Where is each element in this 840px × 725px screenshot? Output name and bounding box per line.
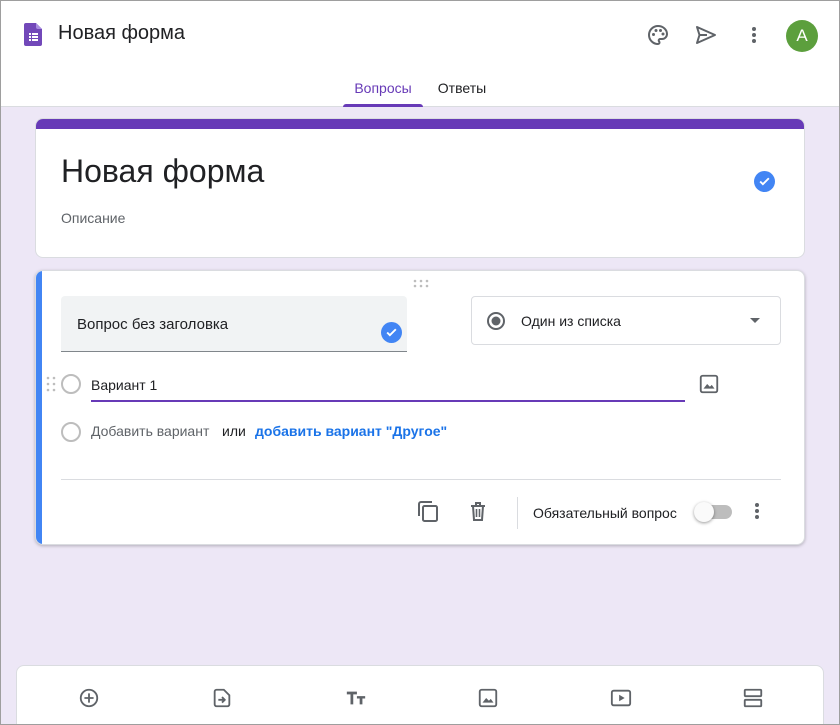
- duplicate-icon[interactable]: [416, 499, 440, 523]
- active-tab-indicator: [343, 104, 423, 107]
- palette-icon[interactable]: [645, 22, 671, 48]
- option-drag-handle-icon[interactable]: [46, 376, 56, 392]
- tab-responses-label: Ответы: [437, 80, 487, 96]
- option-text: Вариант 1: [91, 377, 158, 393]
- form-title-card[interactable]: Новая форма Описание: [35, 118, 805, 258]
- add-other-link[interactable]: добавить вариант "Другое": [255, 423, 447, 439]
- question-title-text: Вопрос без заголовка: [77, 316, 229, 333]
- divider: [61, 479, 781, 480]
- question-title-input[interactable]: Вопрос без заголовка: [61, 296, 407, 352]
- check-icon: [754, 171, 775, 192]
- title-text-icon[interactable]: [343, 685, 369, 711]
- question-type-select[interactable]: Один из списка: [471, 296, 781, 345]
- more-vert-icon[interactable]: [741, 22, 767, 48]
- send-icon[interactable]: [693, 22, 719, 48]
- option-radio: [61, 374, 81, 394]
- radio-checked-icon: [487, 312, 505, 330]
- option-input[interactable]: Вариант 1: [91, 374, 685, 402]
- required-toggle[interactable]: [694, 502, 732, 522]
- add-image-icon[interactable]: [698, 373, 720, 395]
- form-title[interactable]: Новая форма: [61, 153, 264, 190]
- toggle-thumb: [694, 502, 714, 522]
- avatar[interactable]: A: [786, 20, 818, 52]
- add-image-icon[interactable]: [475, 685, 501, 711]
- add-option-radio: [61, 422, 81, 442]
- vertical-separator: [517, 497, 518, 529]
- add-video-icon[interactable]: [608, 685, 634, 711]
- add-option-link[interactable]: Добавить вариант: [91, 423, 209, 439]
- tab-responses[interactable]: Ответы: [430, 70, 494, 107]
- required-label: Обязательный вопрос: [533, 505, 677, 521]
- add-section-icon[interactable]: [740, 685, 766, 711]
- tab-questions-label: Вопросы: [354, 80, 412, 96]
- drag-handle-icon[interactable]: [413, 279, 429, 289]
- accent-bar: [36, 119, 804, 129]
- import-questions-icon[interactable]: [209, 685, 235, 711]
- check-icon: [381, 322, 402, 343]
- app-header: Новая форма A Вопросы Ответы: [0, 0, 840, 107]
- app-title[interactable]: Новая форма: [58, 22, 185, 45]
- form-description[interactable]: Описание: [61, 210, 125, 226]
- or-text: или: [222, 423, 246, 439]
- add-question-icon[interactable]: [76, 685, 102, 711]
- delete-icon[interactable]: [466, 499, 490, 523]
- forms-app-icon[interactable]: [24, 23, 42, 46]
- active-question-bar: [36, 271, 42, 544]
- bottom-toolbar: [16, 665, 824, 725]
- more-vert-icon[interactable]: [746, 499, 768, 523]
- question-type-label: Один из списка: [521, 313, 621, 329]
- question-card[interactable]: Вопрос без заголовка Один из списка Вари…: [35, 270, 805, 545]
- tab-bar: Вопросы Ответы: [0, 70, 840, 107]
- tab-questions[interactable]: Вопросы: [343, 70, 423, 107]
- chevron-down-icon: [750, 318, 760, 323]
